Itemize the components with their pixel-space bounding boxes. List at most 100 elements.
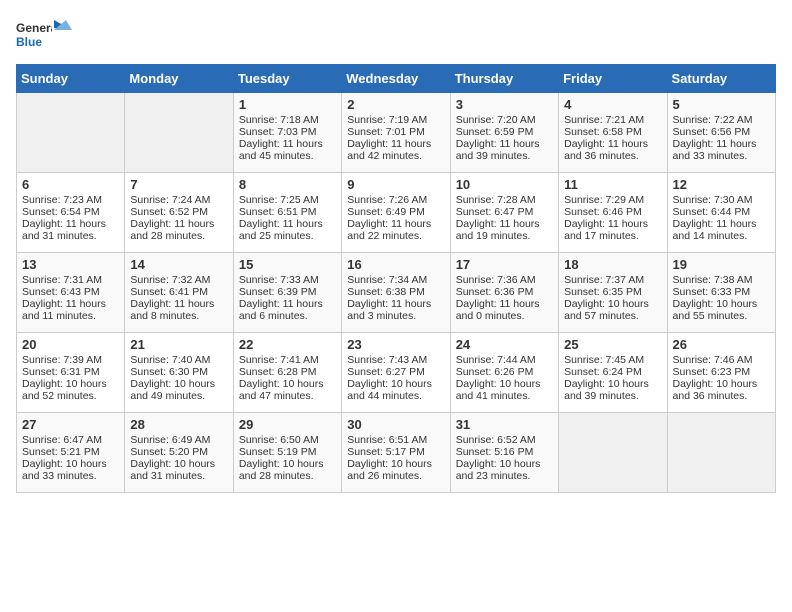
sunset-text: Sunset: 7:03 PM — [239, 126, 336, 138]
day-number: 24 — [456, 337, 553, 352]
sunrise-text: Sunrise: 7:33 AM — [239, 274, 336, 286]
sunrise-text: Sunrise: 6:51 AM — [347, 434, 444, 446]
sunrise-text: Sunrise: 7:22 AM — [673, 114, 770, 126]
weekday-header-friday: Friday — [559, 65, 667, 93]
daylight-text: Daylight: 10 hours and 31 minutes. — [130, 458, 227, 482]
calendar-cell — [17, 93, 125, 173]
daylight-text: Daylight: 11 hours and 3 minutes. — [347, 298, 444, 322]
sunset-text: Sunset: 6:38 PM — [347, 286, 444, 298]
daylight-text: Daylight: 10 hours and 44 minutes. — [347, 378, 444, 402]
daylight-text: Daylight: 10 hours and 39 minutes. — [564, 378, 661, 402]
sunrise-text: Sunrise: 7:23 AM — [22, 194, 119, 206]
logo-wordmark: General Blue — [16, 16, 72, 52]
sunrise-text: Sunrise: 7:41 AM — [239, 354, 336, 366]
sunset-text: Sunset: 6:56 PM — [673, 126, 770, 138]
sunrise-text: Sunrise: 7:34 AM — [347, 274, 444, 286]
daylight-text: Daylight: 10 hours and 41 minutes. — [456, 378, 553, 402]
calendar-cell: 13Sunrise: 7:31 AMSunset: 6:43 PMDayligh… — [17, 253, 125, 333]
calendar-week-row: 6Sunrise: 7:23 AMSunset: 6:54 PMDaylight… — [17, 173, 776, 253]
day-number: 30 — [347, 417, 444, 432]
daylight-text: Daylight: 11 hours and 45 minutes. — [239, 138, 336, 162]
sunset-text: Sunset: 6:28 PM — [239, 366, 336, 378]
sunrise-text: Sunrise: 6:47 AM — [22, 434, 119, 446]
sunset-text: Sunset: 6:30 PM — [130, 366, 227, 378]
calendar-cell: 22Sunrise: 7:41 AMSunset: 6:28 PMDayligh… — [233, 333, 341, 413]
day-number: 29 — [239, 417, 336, 432]
sunset-text: Sunset: 5:21 PM — [22, 446, 119, 458]
daylight-text: Daylight: 10 hours and 23 minutes. — [456, 458, 553, 482]
calendar-cell: 8Sunrise: 7:25 AMSunset: 6:51 PMDaylight… — [233, 173, 341, 253]
sunset-text: Sunset: 5:19 PM — [239, 446, 336, 458]
daylight-text: Daylight: 10 hours and 26 minutes. — [347, 458, 444, 482]
day-number: 13 — [22, 257, 119, 272]
weekday-header-thursday: Thursday — [450, 65, 558, 93]
daylight-text: Daylight: 11 hours and 39 minutes. — [456, 138, 553, 162]
calendar-cell: 1Sunrise: 7:18 AMSunset: 7:03 PMDaylight… — [233, 93, 341, 173]
calendar-cell: 3 Sunrise: 7:20 AMSunset: 6:59 PMDaylight… — [450, 93, 558, 173]
daylight-text: Daylight: 10 hours and 33 minutes. — [22, 458, 119, 482]
sunset-text: Sunset: 6:41 PM — [130, 286, 227, 298]
calendar-cell: 5Sunrise: 7:22 AMSunset: 6:56 PMDaylight… — [667, 93, 775, 173]
calendar-cell: 14Sunrise: 7:32 AMSunset: 6:41 PMDayligh… — [125, 253, 233, 333]
sunset-text: Sunset: 6:27 PM — [347, 366, 444, 378]
day-number: 15 — [239, 257, 336, 272]
daylight-text: Daylight: 11 hours and 33 minutes. — [673, 138, 770, 162]
sunrise-text: Sunrise: 7:20 AM — [456, 114, 553, 126]
calendar-table: SundayMondayTuesdayWednesdayThursdayFrid… — [16, 64, 776, 493]
day-number: 18 — [564, 257, 661, 272]
sunrise-text: Sunrise: 7:39 AM — [22, 354, 119, 366]
daylight-text: Daylight: 11 hours and 6 minutes. — [239, 298, 336, 322]
day-number: 8 — [239, 177, 336, 192]
sunset-text: Sunset: 6:59 PM — [456, 126, 553, 138]
calendar-cell — [667, 413, 775, 493]
calendar-cell: 11Sunrise: 7:29 AMSunset: 6:46 PMDayligh… — [559, 173, 667, 253]
calendar-cell: 25Sunrise: 7:45 AMSunset: 6:24 PMDayligh… — [559, 333, 667, 413]
calendar-cell: 19Sunrise: 7:38 AMSunset: 6:33 PMDayligh… — [667, 253, 775, 333]
daylight-text: Daylight: 10 hours and 49 minutes. — [130, 378, 227, 402]
sunrise-text: Sunrise: 7:40 AM — [130, 354, 227, 366]
sunrise-text: Sunrise: 7:24 AM — [130, 194, 227, 206]
weekday-header-row: SundayMondayTuesdayWednesdayThursdayFrid… — [17, 65, 776, 93]
day-number: 25 — [564, 337, 661, 352]
calendar-cell: 10Sunrise: 7:28 AMSunset: 6:47 PMDayligh… — [450, 173, 558, 253]
sunset-text: Sunset: 6:33 PM — [673, 286, 770, 298]
sunset-text: Sunset: 6:31 PM — [22, 366, 119, 378]
day-number: 10 — [456, 177, 553, 192]
day-number: 9 — [347, 177, 444, 192]
daylight-text: Daylight: 11 hours and 0 minutes. — [456, 298, 553, 322]
daylight-text: Daylight: 11 hours and 22 minutes. — [347, 218, 444, 242]
sunset-text: Sunset: 6:39 PM — [239, 286, 336, 298]
calendar-cell: 24Sunrise: 7:44 AMSunset: 6:26 PMDayligh… — [450, 333, 558, 413]
day-number: 3 — [456, 97, 553, 112]
logo-arrow-icon — [54, 20, 72, 48]
daylight-text: Daylight: 10 hours and 57 minutes. — [564, 298, 661, 322]
weekday-header-tuesday: Tuesday — [233, 65, 341, 93]
sunrise-text: Sunrise: 7:36 AM — [456, 274, 553, 286]
page-header: General Blue — [16, 16, 776, 52]
sunrise-text: Sunrise: 6:52 AM — [456, 434, 553, 446]
calendar-cell: 27Sunrise: 6:47 AMSunset: 5:21 PMDayligh… — [17, 413, 125, 493]
sunrise-text: Sunrise: 7:26 AM — [347, 194, 444, 206]
day-number: 14 — [130, 257, 227, 272]
sunset-text: Sunset: 5:16 PM — [456, 446, 553, 458]
calendar-cell: 18Sunrise: 7:37 AMSunset: 6:35 PMDayligh… — [559, 253, 667, 333]
sunset-text: Sunset: 5:20 PM — [130, 446, 227, 458]
sunrise-text: Sunrise: 7:38 AM — [673, 274, 770, 286]
calendar-week-row: 27Sunrise: 6:47 AMSunset: 5:21 PMDayligh… — [17, 413, 776, 493]
calendar-cell: 7Sunrise: 7:24 AMSunset: 6:52 PMDaylight… — [125, 173, 233, 253]
daylight-text: Daylight: 11 hours and 36 minutes. — [564, 138, 661, 162]
day-number: 21 — [130, 337, 227, 352]
sunset-text: Sunset: 6:26 PM — [456, 366, 553, 378]
sunset-text: Sunset: 6:46 PM — [564, 206, 661, 218]
calendar-cell: 30Sunrise: 6:51 AMSunset: 5:17 PMDayligh… — [342, 413, 450, 493]
calendar-cell: 23Sunrise: 7:43 AMSunset: 6:27 PMDayligh… — [342, 333, 450, 413]
day-number: 20 — [22, 337, 119, 352]
sunset-text: Sunset: 6:52 PM — [130, 206, 227, 218]
day-number: 22 — [239, 337, 336, 352]
day-number: 7 — [130, 177, 227, 192]
day-number: 16 — [347, 257, 444, 272]
calendar-week-row: 1Sunrise: 7:18 AMSunset: 7:03 PMDaylight… — [17, 93, 776, 173]
calendar-cell: 31Sunrise: 6:52 AMSunset: 5:16 PMDayligh… — [450, 413, 558, 493]
sunset-text: Sunset: 6:47 PM — [456, 206, 553, 218]
day-number: 23 — [347, 337, 444, 352]
